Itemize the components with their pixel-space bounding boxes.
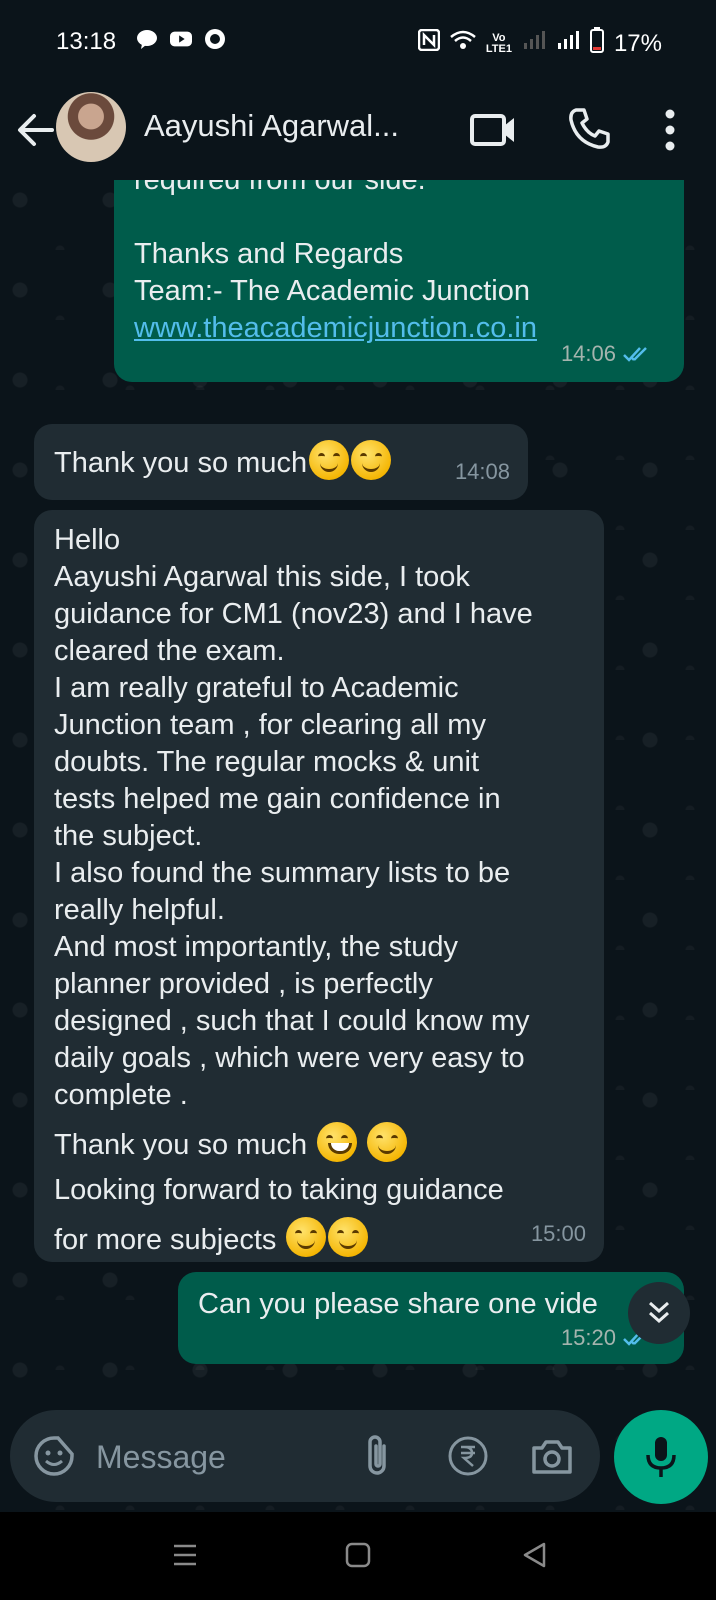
message-line: required from our side. [134,180,426,196]
message-line: designed , such that I could know my [54,1005,530,1037]
message-line: daily goals , which were very easy to [54,1042,525,1074]
video-call-icon[interactable] [470,108,518,152]
message-time: 14:08 [454,459,510,484]
message-meta: 15:00 [531,1215,586,1252]
message-time: 15:00 [530,1221,586,1246]
message-text: Thank you so much [54,440,392,482]
message-input[interactable] [94,1430,348,1484]
smiling-emoji [328,1217,369,1257]
back-arrow-icon[interactable] [14,108,58,152]
sticker-emoji-icon[interactable] [32,1434,76,1478]
smiling-emoji [309,440,350,480]
message-line: Thanks and Regards [134,238,404,270]
message-line: the subject. [54,820,203,852]
message-line: tests helped me gain confidence in [54,783,501,815]
signal-sim2-icon [556,29,580,58]
message-outgoing[interactable]: Can you please share one vide 15:20 [178,1272,684,1364]
message-text: required from our side. Thanks and Regar… [134,180,537,347]
grinning-emoji [317,1122,358,1162]
message-line [134,199,537,236]
smiling-emoji [286,1217,327,1257]
contact-avatar[interactable] [56,92,126,162]
message-line: I am really grateful to Academic [54,672,459,704]
youtube-icon [170,28,192,50]
message-line: doubts. The regular mocks & unit [54,746,480,778]
wifi-icon [450,29,476,58]
message-text: Hello Aayushi Agarwal this side, I took … [54,522,533,1259]
notification-icons [136,28,226,50]
message-line: for more subjects [54,1224,277,1256]
payment-rupee-icon[interactable] [446,1434,490,1478]
microphone-icon [646,1437,676,1477]
signal-sim1-icon [522,29,546,58]
message-line: Thank you so much [54,1129,308,1161]
message-incoming[interactable]: Hello Aayushi Agarwal this side, I took … [34,510,604,1262]
smiling-emoji [367,1122,408,1162]
message-meta: 14:06 [561,335,652,372]
message-line: I also found the summary lists to be [54,857,511,889]
message-line: Looking forward to taking guidance [54,1174,504,1206]
message-line: Junction team , for clearing all my [54,709,486,741]
voice-call-icon[interactable] [566,106,612,152]
system-indicators: Vo LTE1 17% [417,27,662,60]
message-line: And most importantly, the study [54,931,459,963]
double-chevron-down-icon [649,1301,669,1324]
status-time: 13:18 [56,28,117,55]
voice-message-button[interactable] [614,1410,708,1504]
website-link[interactable]: www.theacademicjunction.co.in [134,310,537,347]
message-line: guidance for CM1 (nov23) and I have [54,598,533,630]
message-line: complete . [54,1079,188,1111]
attachment-icon[interactable] [358,1432,398,1480]
status-bar: 13:18 Vo LTE1 17% [0,0,716,84]
message-incoming[interactable]: Thank you so much 14:08 [34,424,528,500]
message-line: Aayushi Agarwal this side, I took [54,561,470,593]
message-line: really helpful. [54,894,225,926]
smiling-emoji [351,440,392,480]
whatsapp-notification-icon [204,28,226,50]
message-line: Hello [54,524,121,556]
message-composer [10,1410,600,1502]
message-time: 14:06 [560,341,616,366]
message-line: Thank you so much [54,447,308,479]
chat-header: Aayushi Agarwal... [0,84,716,180]
back-nav-icon[interactable] [520,1540,550,1570]
battery-icon [589,27,604,60]
message-time: 15:20 [560,1325,616,1350]
contact-name[interactable]: Aayushi Agarwal... [144,108,399,144]
system-navigation-bar [0,1512,716,1600]
home-icon[interactable] [343,1540,373,1570]
read-ticks-icon [623,346,647,362]
message-meta: 14:08 [455,453,510,490]
more-options-icon[interactable] [656,106,684,154]
message-line: Team:- The Academic Junction [134,275,530,307]
camera-icon[interactable] [530,1434,574,1478]
message-text: Can you please share one vide [198,1286,638,1323]
lte-label: LTE1 [485,42,512,55]
message-line: cleared the exam. [54,635,285,667]
message-line: Can you please share one vide [198,1288,598,1320]
volte-indicator: Vo LTE1 [485,32,512,55]
chat-area[interactable]: required from our side. Thanks and Regar… [0,180,716,1510]
message-line: planner provided , is perfectly [54,968,433,1000]
battery-percent: 17% [613,29,662,57]
chat-bubble-icon [136,28,158,50]
recent-apps-icon[interactable] [170,1540,200,1570]
scroll-to-bottom-button[interactable] [628,1282,690,1344]
message-outgoing[interactable]: required from our side. Thanks and Regar… [114,180,684,382]
nfc-icon [417,28,441,58]
